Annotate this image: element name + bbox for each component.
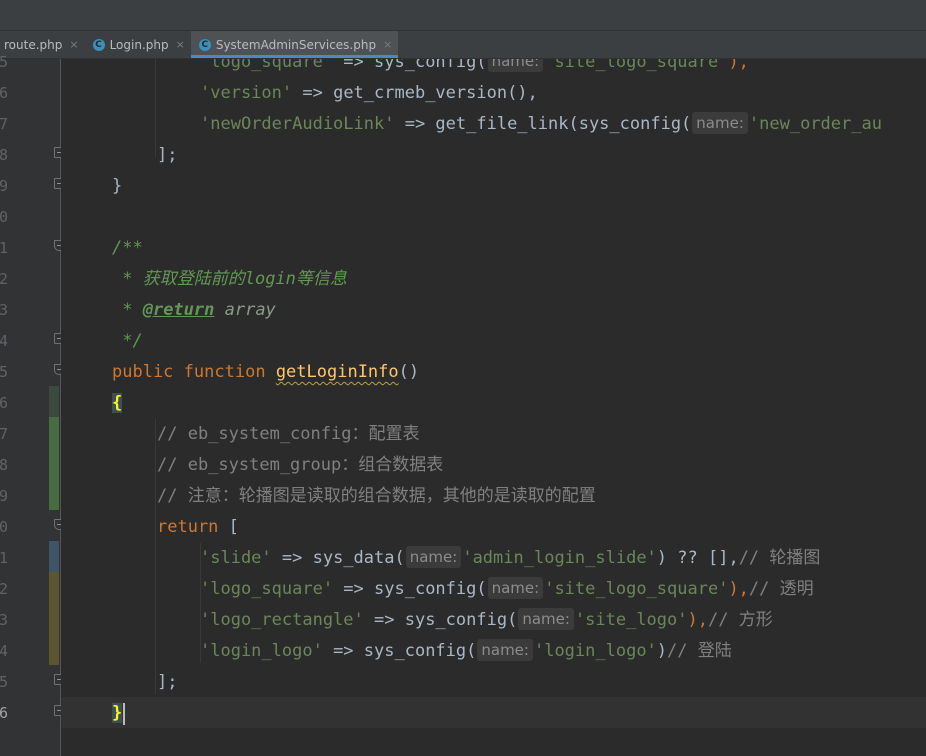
close-icon[interactable]: × — [176, 38, 185, 51]
text-caret — [123, 703, 125, 725]
code-line: } — [112, 698, 123, 729]
code-line: * 获取登陆前的login等信息 — [112, 269, 347, 289]
code-line: 'logo_square' => sys_config(name:'site_l… — [200, 577, 814, 599]
code-editor[interactable]: 'logo_square' => sys_config(name:'site_l… — [61, 59, 926, 756]
window-top-strip — [0, 0, 926, 31]
tab-label: Login.php — [109, 37, 169, 52]
line-number: 4 — [0, 332, 9, 350]
php-class-icon: C — [198, 38, 211, 51]
line-number: 3 — [0, 611, 9, 629]
code-line: 'slide' => sys_data(name:'admin_login_sl… — [200, 546, 821, 568]
php-class-icon: C — [92, 38, 105, 51]
line-number: 5 — [0, 673, 9, 691]
line-number: 2 — [0, 580, 9, 598]
code-line: { — [112, 388, 123, 419]
code-line: public function getLoginInfo() — [112, 362, 420, 382]
code-line: /** — [112, 238, 143, 258]
code-line: 'version' => get_crmeb_version(), — [200, 83, 538, 103]
code-line: } — [112, 176, 123, 196]
vcs-change-marker[interactable] — [49, 386, 59, 417]
tab-label: SystemAdminServices.php — [215, 37, 377, 52]
code-line: * @return array — [112, 300, 276, 320]
code-line: 'login_logo' => sys_config(name:'login_l… — [200, 639, 732, 661]
line-number: 6 — [0, 394, 9, 412]
code-line: // 注意：轮播图是读取的组合数据，其他的是读取的配置 — [157, 486, 596, 506]
line-number: 6 — [0, 84, 9, 102]
close-icon[interactable]: × — [69, 38, 78, 51]
matched-brace: } — [112, 703, 123, 723]
close-icon[interactable]: × — [383, 38, 392, 51]
code-line: ]; — [157, 145, 178, 165]
editor-tab-bar: route.php × C Login.php × C SystemAdminS… — [0, 31, 926, 59]
line-number: 5 — [0, 363, 9, 381]
line-number: 8 — [0, 146, 9, 164]
parameter-hint: name: — [692, 112, 748, 134]
vcs-change-marker[interactable] — [49, 417, 59, 510]
parameter-hint: name: — [477, 639, 533, 661]
function-name: getLoginInfo — [275, 362, 399, 382]
line-number: 0 — [0, 518, 9, 536]
line-number: 7 — [0, 115, 9, 133]
line-number-current: 6 — [0, 704, 9, 722]
line-number: 0 — [0, 208, 9, 226]
line-number: 1 — [0, 239, 9, 257]
code-line: ]; — [157, 672, 178, 692]
code-line: 'logo_rectangle' => sys_config(name:'sit… — [200, 608, 773, 630]
code-line: */ — [112, 331, 143, 351]
line-number-gutter[interactable]: 5 6 7 8 9 0 1 2 3 4 5 6 7 8 9 0 1 2 3 4 … — [0, 53, 65, 756]
indent-guide — [155, 59, 156, 157]
code-line: return [ — [157, 517, 239, 537]
parameter-hint: name: — [487, 577, 544, 599]
tab-login-php[interactable]: C Login.php × — [85, 31, 191, 58]
code-line: 'logo_square' => sys_config(name:'site_l… — [200, 59, 749, 78]
matched-brace: { — [112, 393, 123, 413]
code-line: // eb_system_group：组合数据表 — [157, 455, 444, 475]
code-line: 'newOrderAudioLink' => get_file_link(sys… — [200, 112, 882, 134]
line-number: 1 — [0, 549, 9, 567]
line-number: 9 — [0, 177, 9, 195]
line-number: 3 — [0, 301, 9, 319]
indent-guide — [155, 419, 156, 694]
line-number: 5 — [0, 53, 9, 71]
parameter-hint: name: — [518, 608, 574, 630]
code-line: // eb_system_config：配置表 — [157, 424, 420, 444]
vcs-change-marker[interactable] — [49, 572, 59, 665]
tab-system-admin-services-php[interactable]: C SystemAdminServices.php × — [190, 31, 399, 58]
parameter-hint: name: — [405, 546, 462, 568]
line-number: 8 — [0, 456, 9, 474]
vcs-change-marker[interactable] — [49, 541, 59, 572]
line-number: 4 — [0, 642, 9, 660]
line-number: 9 — [0, 487, 9, 505]
current-line-highlight — [61, 697, 926, 728]
line-number: 7 — [0, 425, 9, 443]
parameter-hint: name: — [487, 59, 544, 72]
line-number: 2 — [0, 270, 9, 288]
